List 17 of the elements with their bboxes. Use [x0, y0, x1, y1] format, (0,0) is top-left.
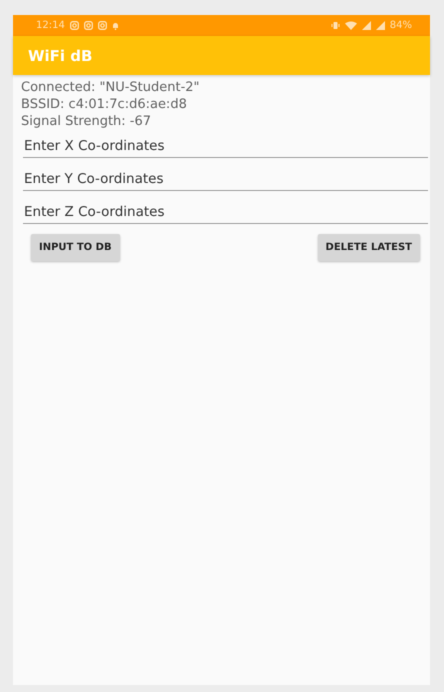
camera-icon	[70, 21, 79, 30]
action-button[interactable]: INPUT TO DB	[31, 234, 120, 261]
app-title: WiFi dB	[28, 46, 92, 64]
bell-icon	[112, 22, 119, 30]
battery-percentage: 84%	[390, 20, 412, 31]
vibrate-icon	[330, 21, 340, 30]
info-text: Signal Strength: -67	[21, 113, 152, 130]
action-button[interactable]: DELETE LATEST	[318, 234, 420, 261]
text-field[interactable]: Enter Z Co-ordinates	[23, 199, 428, 224]
camera-icon	[98, 21, 107, 30]
clock-time: 12:14	[36, 20, 65, 31]
text-field[interactable]: Enter X Co-ordinates	[23, 133, 428, 158]
text-field[interactable]: Enter Y Co-ordinates	[23, 166, 428, 191]
camera-icon	[84, 21, 93, 30]
wifi-icon	[344, 21, 357, 30]
info-text: Connected: "NU-Student-2"	[21, 79, 201, 96]
info-text: BSSID: c4:01:7c:d6:ae:d8	[21, 96, 188, 113]
